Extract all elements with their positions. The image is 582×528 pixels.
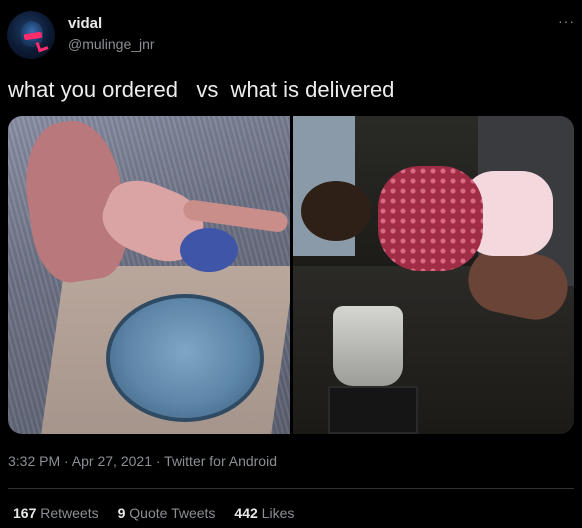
tweet-meta[interactable]: 3:32 PM · Apr 27, 2021 · Twitter for And… bbox=[8, 453, 277, 469]
tweet-media[interactable] bbox=[8, 116, 574, 434]
photo-left[interactable] bbox=[8, 116, 290, 434]
likes-count: 442 bbox=[234, 505, 258, 521]
quote-label: Quote Tweets bbox=[125, 505, 216, 521]
photo-right[interactable] bbox=[293, 116, 574, 434]
avatar[interactable] bbox=[7, 11, 55, 59]
author-handle[interactable]: @mulinge_jnr bbox=[68, 36, 155, 52]
cooking-pot bbox=[106, 294, 264, 422]
retweets-count: 167 bbox=[13, 505, 37, 521]
avatar-mark bbox=[35, 39, 49, 53]
figure-head bbox=[301, 181, 371, 241]
likes-stat[interactable]: 442 Likes bbox=[234, 505, 294, 521]
stove bbox=[328, 386, 418, 434]
tweet-text: what you ordered vs what is delivered bbox=[8, 77, 395, 102]
divider bbox=[8, 488, 574, 489]
more-icon[interactable]: ··· bbox=[558, 13, 575, 29]
retweets-stat[interactable]: 167 Retweets bbox=[13, 505, 99, 521]
tweet-stats: 167 Retweets 9 Quote Tweets 442 Likes bbox=[13, 505, 313, 521]
tweet-header: vidal @mulinge_jnr ··· bbox=[7, 9, 575, 61]
retweets-label: Retweets bbox=[36, 505, 99, 521]
figure-shirt bbox=[378, 166, 483, 271]
quote-tweets-stat[interactable]: 9 Quote Tweets bbox=[118, 505, 216, 521]
cooking-pot bbox=[333, 306, 403, 386]
figure-hair bbox=[180, 228, 238, 272]
author-name[interactable]: vidal bbox=[68, 15, 102, 32]
likes-label: Likes bbox=[257, 505, 295, 521]
